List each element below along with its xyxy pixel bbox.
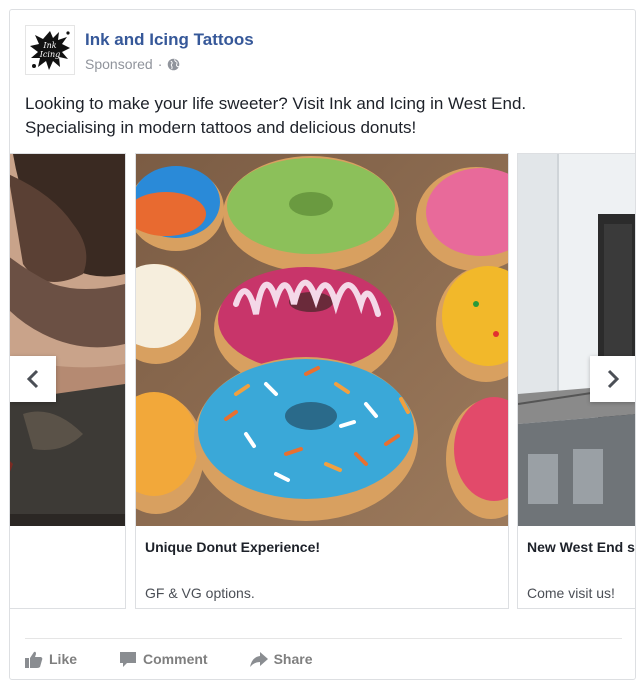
post-meta: Sponsored · xyxy=(85,56,180,72)
comment-icon xyxy=(120,651,137,667)
carousel-card[interactable]: Unique Donut Experience! GF & VG options… xyxy=(135,153,509,609)
card-description: GF & VG options. xyxy=(145,585,255,601)
actions-divider xyxy=(25,638,622,639)
sponsored-label[interactable]: Sponsored xyxy=(85,56,153,72)
post-message-line: Looking to make your life sweeter? Visit… xyxy=(25,94,527,113)
chevron-left-icon xyxy=(26,369,39,389)
post-message-line: Specialising in modern tattoos and delic… xyxy=(25,118,417,137)
page-name-link[interactable]: Ink and Icing Tattoos xyxy=(85,30,254,50)
ink-splat-logo: Ink Icing xyxy=(30,31,70,70)
sponsored-post: Ink Icing Ink and Icing Tattoos Sponsore… xyxy=(9,9,636,680)
share-label: Share xyxy=(273,651,313,667)
card-description: Come visit us! xyxy=(527,585,615,601)
share-button[interactable]: Share xyxy=(249,651,313,668)
like-label: Like xyxy=(49,651,78,667)
meta-separator: · xyxy=(157,56,163,72)
chevron-right-icon xyxy=(607,369,620,389)
svg-text:Ink: Ink xyxy=(42,41,56,50)
page-avatar[interactable]: Ink Icing xyxy=(25,25,75,75)
action-bar: Like Comment Share xyxy=(25,647,355,671)
share-icon xyxy=(249,651,268,667)
comment-label: Comment xyxy=(143,651,208,667)
card-image-tattooed-man[interactable] xyxy=(10,154,125,526)
like-button[interactable]: Like xyxy=(25,651,77,668)
thumbs-up-icon xyxy=(25,651,43,668)
card-image-donuts[interactable] xyxy=(136,154,508,526)
svg-text:Icing: Icing xyxy=(39,50,60,59)
card-title[interactable]: New West End store! xyxy=(527,539,635,555)
comment-button[interactable]: Comment xyxy=(119,651,208,668)
carousel: Unique Donut Experience! GF & VG options… xyxy=(10,153,635,609)
post-message: Looking to make your life sweeter? Visit… xyxy=(25,92,625,140)
carousel-prev-button[interactable] xyxy=(10,356,56,402)
card-title[interactable]: Unique Donut Experience! xyxy=(145,539,320,555)
carousel-next-button[interactable] xyxy=(590,356,635,402)
card-image-building[interactable] xyxy=(518,154,635,526)
globe-icon[interactable] xyxy=(167,58,180,71)
